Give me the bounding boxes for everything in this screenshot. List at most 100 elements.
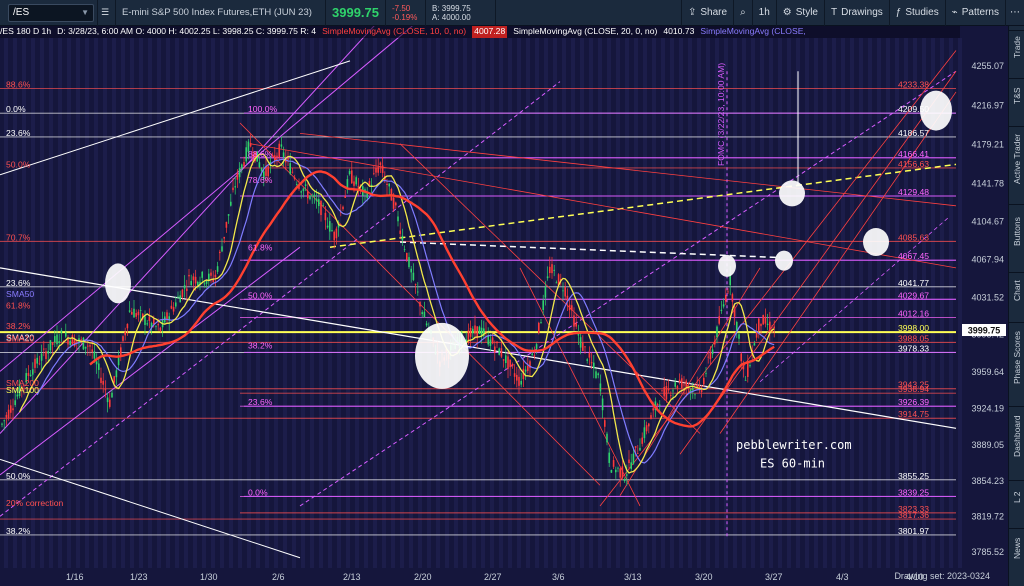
candle-body (507, 356, 509, 369)
side-tab-trade[interactable]: Trade (1009, 30, 1024, 64)
level-label: 4186.57 (898, 128, 929, 138)
candle-body (553, 269, 555, 271)
background-band (661, 38, 665, 568)
candle-body (313, 194, 316, 197)
price-chart-canvas[interactable]: 4233.384209.504186.574166.414156.634129.… (0, 26, 1008, 586)
candle-body (692, 388, 694, 391)
candle-body (210, 272, 212, 276)
candle-body (232, 187, 234, 191)
candle-body (342, 206, 344, 210)
share-icon: ⇪ (687, 7, 697, 18)
highlight-ellipse[interactable] (775, 250, 793, 271)
candle-body (760, 323, 762, 327)
drawings-button[interactable]: T Drawings (824, 0, 889, 26)
candle-body (230, 201, 232, 206)
candle-body (681, 378, 683, 389)
candle-body (608, 452, 610, 463)
candle-body (91, 349, 93, 352)
candle-body (113, 376, 115, 383)
highlight-ellipse[interactable] (779, 180, 805, 207)
last-price-value: 3999.75 (332, 5, 379, 20)
candle-body (425, 323, 428, 326)
candle-body (535, 344, 538, 349)
candle-body (524, 369, 527, 372)
level-label: 4029.67 (898, 290, 929, 300)
background-band (670, 38, 674, 568)
candle-body (93, 351, 96, 359)
candle-body (412, 272, 415, 280)
candle-body (421, 312, 423, 315)
candle-body (639, 447, 641, 451)
highlight-ellipse[interactable] (718, 254, 736, 277)
side-tab-news[interactable]: News (1009, 528, 1024, 568)
highlight-ellipse[interactable] (920, 90, 952, 131)
side-tab-dashboard[interactable]: Dashboard (1009, 406, 1024, 466)
side-tab-t-s[interactable]: T&S (1009, 78, 1024, 112)
more-button[interactable]: ⋯ (1005, 0, 1024, 26)
left-level-label: SMA100 (6, 385, 39, 395)
candle-body (40, 353, 43, 361)
symbol-menu-button[interactable]: ☰ (98, 0, 116, 26)
highlight-ellipse[interactable] (105, 263, 131, 304)
zoom-button[interactable]: ⌕ (733, 0, 752, 26)
candle-body (533, 355, 536, 357)
side-tab-active-trader[interactable]: Active Trader (1009, 126, 1024, 190)
candle-body (722, 304, 725, 307)
background-band (238, 38, 242, 568)
time-tick-label: 4/3 (836, 572, 849, 582)
candle-body (725, 294, 727, 302)
candle-body (731, 294, 734, 302)
candle-body (747, 363, 749, 377)
candle-body (403, 249, 406, 251)
patterns-button[interactable]: ⌁ Patterns (944, 0, 1005, 26)
candle-body (619, 468, 621, 478)
highlight-ellipse[interactable] (863, 228, 889, 257)
candle-body (575, 322, 577, 327)
candle-body (408, 257, 410, 268)
drawings-icon: T (831, 7, 838, 18)
candle-body (197, 281, 199, 286)
symbol-input[interactable]: /ES ▼ (8, 3, 94, 22)
candle-body (291, 171, 294, 173)
candle-body (10, 405, 12, 413)
price-tick-label: 4104.67 (971, 217, 1004, 227)
patterns-label: Patterns (961, 7, 999, 18)
candle-body (749, 365, 751, 367)
chart-area[interactable]: 4233.38 4209.50 4186.57 4166.41 4156.63 4129.… (0, 26, 1008, 586)
candle-body (153, 319, 155, 325)
background-band (607, 38, 611, 568)
candle-body (102, 380, 104, 385)
background-band (778, 38, 782, 568)
candle-body (47, 350, 49, 354)
style-button[interactable]: ⚙ Style (775, 0, 824, 26)
candle-body (392, 197, 395, 209)
side-tab-l-2[interactable]: L 2 (1009, 480, 1024, 514)
candle-body (227, 214, 230, 216)
studies-button[interactable]: ƒ Studies (888, 0, 945, 26)
candle-body (27, 372, 30, 376)
sma50-legend: SimpleMovingAvg (CLOSE, (700, 26, 806, 36)
candle-body (307, 191, 309, 199)
candle-body (126, 323, 129, 329)
candle-body (375, 167, 377, 173)
candle-body (733, 308, 736, 317)
candle-body (744, 379, 747, 381)
share-button[interactable]: ⇪ Share (680, 0, 733, 26)
side-tab-phase-scores[interactable]: Phase Scores (1009, 322, 1024, 392)
candle-body (665, 386, 668, 400)
level-label: 3801.97 (898, 526, 929, 536)
interval-button[interactable]: 1h (751, 0, 776, 26)
candle-body (225, 221, 228, 228)
candle-body (111, 392, 113, 398)
candle-body (648, 423, 650, 427)
background-band (688, 38, 692, 568)
side-tab-buttons[interactable]: Buttons (1009, 204, 1024, 258)
candle-body (683, 384, 685, 386)
pct-change: -0.19% (392, 12, 418, 22)
side-tab-chart[interactable]: Chart (1009, 272, 1024, 308)
candle-body (89, 345, 91, 347)
highlight-ellipse[interactable] (415, 322, 469, 389)
candle-body (399, 230, 401, 234)
candle-body (586, 359, 588, 361)
sma20-value: 4010.73 (663, 26, 695, 36)
